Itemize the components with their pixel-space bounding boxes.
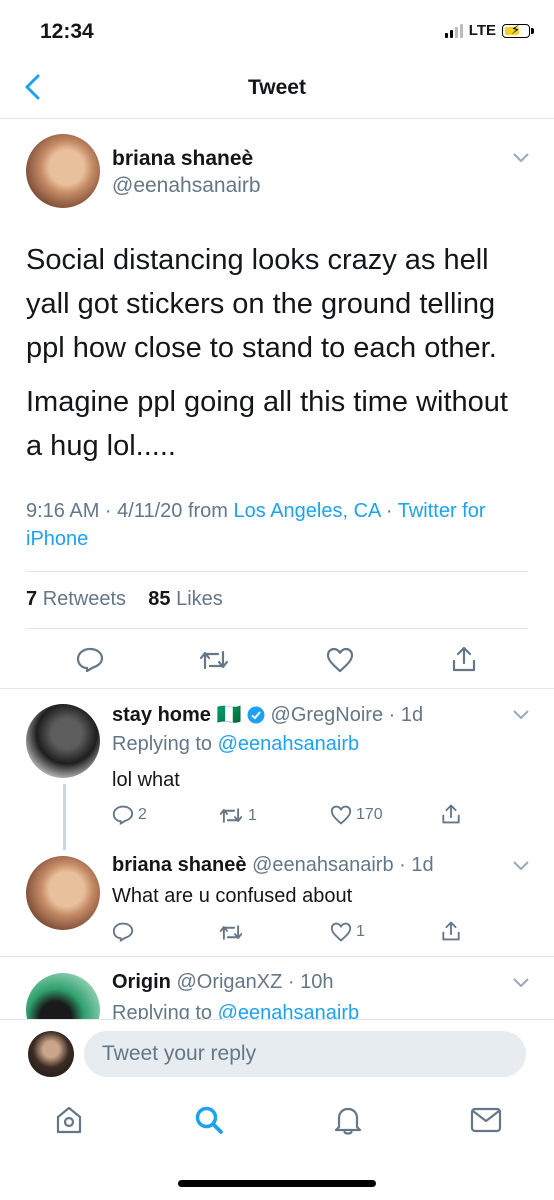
share-icon[interactable] bbox=[441, 803, 461, 825]
network-label: LTE bbox=[468, 22, 496, 39]
mention-link[interactable]: @eenahsanairb bbox=[218, 1002, 360, 1019]
tweet-timestamp: 9:16 AM · 4/11/20 from bbox=[26, 500, 234, 522]
share-icon[interactable] bbox=[441, 920, 461, 942]
reply-icon[interactable] bbox=[112, 922, 134, 942]
user-avatar[interactable] bbox=[28, 1031, 74, 1077]
avatar[interactable] bbox=[26, 973, 100, 1019]
retweets-count-link[interactable]: 7 Retweets bbox=[26, 588, 126, 610]
retweet-count: 1 bbox=[248, 806, 257, 824]
author-name[interactable]: briana shaneè bbox=[112, 854, 247, 876]
like-count: 1 bbox=[356, 923, 365, 940]
reply-text: lol what bbox=[112, 769, 180, 791]
like-action[interactable]: 170 bbox=[330, 805, 383, 825]
like-icon[interactable] bbox=[326, 647, 354, 673]
status-time: 12:34 bbox=[40, 20, 94, 43]
author-name[interactable]: stay home 🇳🇬 bbox=[112, 704, 241, 726]
retweet-icon[interactable] bbox=[218, 923, 244, 942]
author-name[interactable]: briana shaneè bbox=[112, 147, 253, 171]
chevron-down-icon[interactable] bbox=[513, 153, 529, 163]
like-icon bbox=[330, 922, 352, 942]
like-action[interactable]: 1 bbox=[330, 922, 365, 942]
reply-clip: Origin @OriganXZ · 10h Replying to @eena… bbox=[0, 957, 554, 1019]
reply-header: Origin @OriganXZ · 10h bbox=[112, 971, 334, 994]
reply-icon[interactable] bbox=[76, 647, 104, 673]
reply-count: 2 bbox=[138, 806, 147, 823]
retweet-action[interactable]: 1 bbox=[218, 806, 257, 825]
like-count: 170 bbox=[356, 806, 383, 823]
replying-to: Replying to @eenahsanairb bbox=[112, 733, 360, 755]
like-icon bbox=[330, 805, 352, 825]
location-link[interactable]: Los Angeles, CA bbox=[234, 500, 381, 522]
signal-icon bbox=[444, 23, 463, 38]
chevron-down-icon[interactable] bbox=[513, 978, 529, 988]
tweet-text: Social distancing looks crazy as hell ya… bbox=[26, 238, 530, 478]
author-name[interactable]: Origin bbox=[112, 971, 171, 993]
retweet-icon bbox=[219, 808, 243, 823]
page-title: Tweet bbox=[248, 76, 306, 99]
search-icon[interactable] bbox=[193, 1104, 225, 1136]
share-icon[interactable] bbox=[451, 645, 477, 673]
replying-to: Replying to @eenahsanairb bbox=[112, 1002, 359, 1019]
home-icon[interactable] bbox=[54, 1105, 84, 1135]
reply-age: · 10h bbox=[287, 971, 334, 993]
divider bbox=[26, 571, 528, 572]
avatar[interactable] bbox=[26, 704, 100, 778]
notifications-icon[interactable] bbox=[333, 1104, 363, 1136]
reply-age: · 1d bbox=[388, 704, 424, 726]
reply-icon bbox=[112, 805, 134, 825]
reply-text: What are u confused about bbox=[112, 885, 353, 907]
tweet-meta: 9:16 AM · 4/11/20 from Los Angeles, CA ·… bbox=[26, 497, 536, 553]
battery-icon: ⚡ bbox=[502, 22, 534, 38]
divider bbox=[26, 628, 528, 629]
author-handle[interactable]: @GregNoire bbox=[271, 704, 384, 726]
home-indicator bbox=[178, 1180, 376, 1187]
tweet-text-paragraph: Social distancing looks crazy as hell ya… bbox=[26, 244, 497, 364]
reply-header: stay home 🇳🇬 @GregNoire · 1d bbox=[112, 702, 423, 727]
engagement-counts: 7 Retweets 85 Likes bbox=[26, 588, 223, 611]
reply-input[interactable] bbox=[84, 1031, 502, 1077]
nav-bar: Tweet bbox=[0, 60, 554, 119]
likes-count-link[interactable]: 85 Likes bbox=[148, 588, 223, 610]
chevron-down-icon[interactable] bbox=[513, 861, 529, 871]
chevron-down-icon[interactable] bbox=[513, 710, 529, 720]
avatar[interactable] bbox=[26, 134, 100, 208]
reply-age: · 1d bbox=[399, 854, 434, 876]
divider bbox=[0, 688, 554, 689]
author-handle[interactable]: @eenahsanairb bbox=[252, 854, 394, 876]
status-indicators: LTE ⚡ bbox=[444, 22, 534, 39]
author-handle[interactable]: @eenahsanairb bbox=[112, 174, 261, 198]
reply-action[interactable]: 2 bbox=[112, 805, 147, 825]
meta-separator: · bbox=[380, 500, 398, 522]
messages-icon[interactable] bbox=[470, 1107, 502, 1133]
divider bbox=[0, 1019, 554, 1020]
mention-link[interactable]: @eenahsanairb bbox=[218, 733, 360, 755]
author-handle[interactable]: @OriganXZ bbox=[176, 971, 282, 993]
verified-icon bbox=[247, 706, 265, 724]
thread-line bbox=[63, 784, 66, 850]
retweet-icon[interactable] bbox=[198, 648, 230, 672]
avatar[interactable] bbox=[26, 856, 100, 930]
reply-composer[interactable] bbox=[84, 1031, 526, 1077]
reply-header: briana shaneè @eenahsanairb · 1d bbox=[112, 854, 434, 877]
tweet-text-paragraph: Imagine ppl going all this time without … bbox=[26, 386, 508, 462]
